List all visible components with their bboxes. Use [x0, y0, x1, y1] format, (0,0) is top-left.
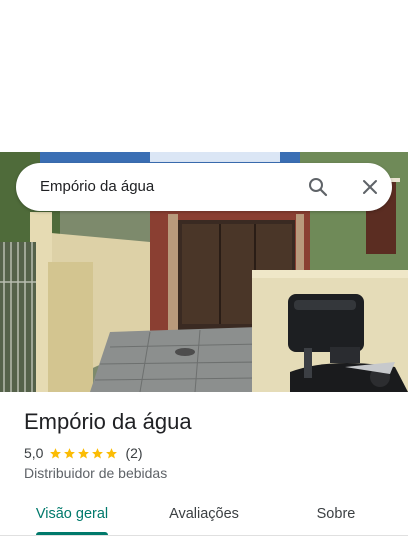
rating-value: 5,0 — [24, 445, 44, 461]
place-category: Distribuidor de bebidas — [24, 465, 168, 481]
star-rating — [49, 447, 119, 460]
close-icon — [363, 180, 377, 194]
tab-bar: Visão geral Avaliações Sobre — [0, 494, 408, 544]
search-bar[interactable]: Empório da água — [16, 163, 392, 211]
place-title: Empório da água — [24, 409, 192, 434]
search-button[interactable] — [304, 173, 332, 201]
tab-about[interactable]: Sobre — [296, 494, 376, 534]
star-icon — [106, 447, 118, 458]
tab-divider — [0, 535, 408, 536]
star-icon — [78, 447, 90, 458]
search-icon — [309, 178, 328, 197]
rating-row[interactable]: 5,0 (2) — [24, 444, 143, 462]
tab-reviews[interactable]: Avaliações — [152, 494, 256, 534]
close-button[interactable] — [356, 173, 384, 201]
review-count[interactable]: (2) — [125, 445, 142, 461]
tab-overview[interactable]: Visão geral — [22, 494, 122, 534]
star-icon — [92, 447, 104, 458]
search-input[interactable]: Empório da água — [40, 178, 154, 195]
star-icon — [50, 447, 62, 458]
star-icon — [64, 447, 76, 458]
blank-area — [0, 0, 408, 152]
